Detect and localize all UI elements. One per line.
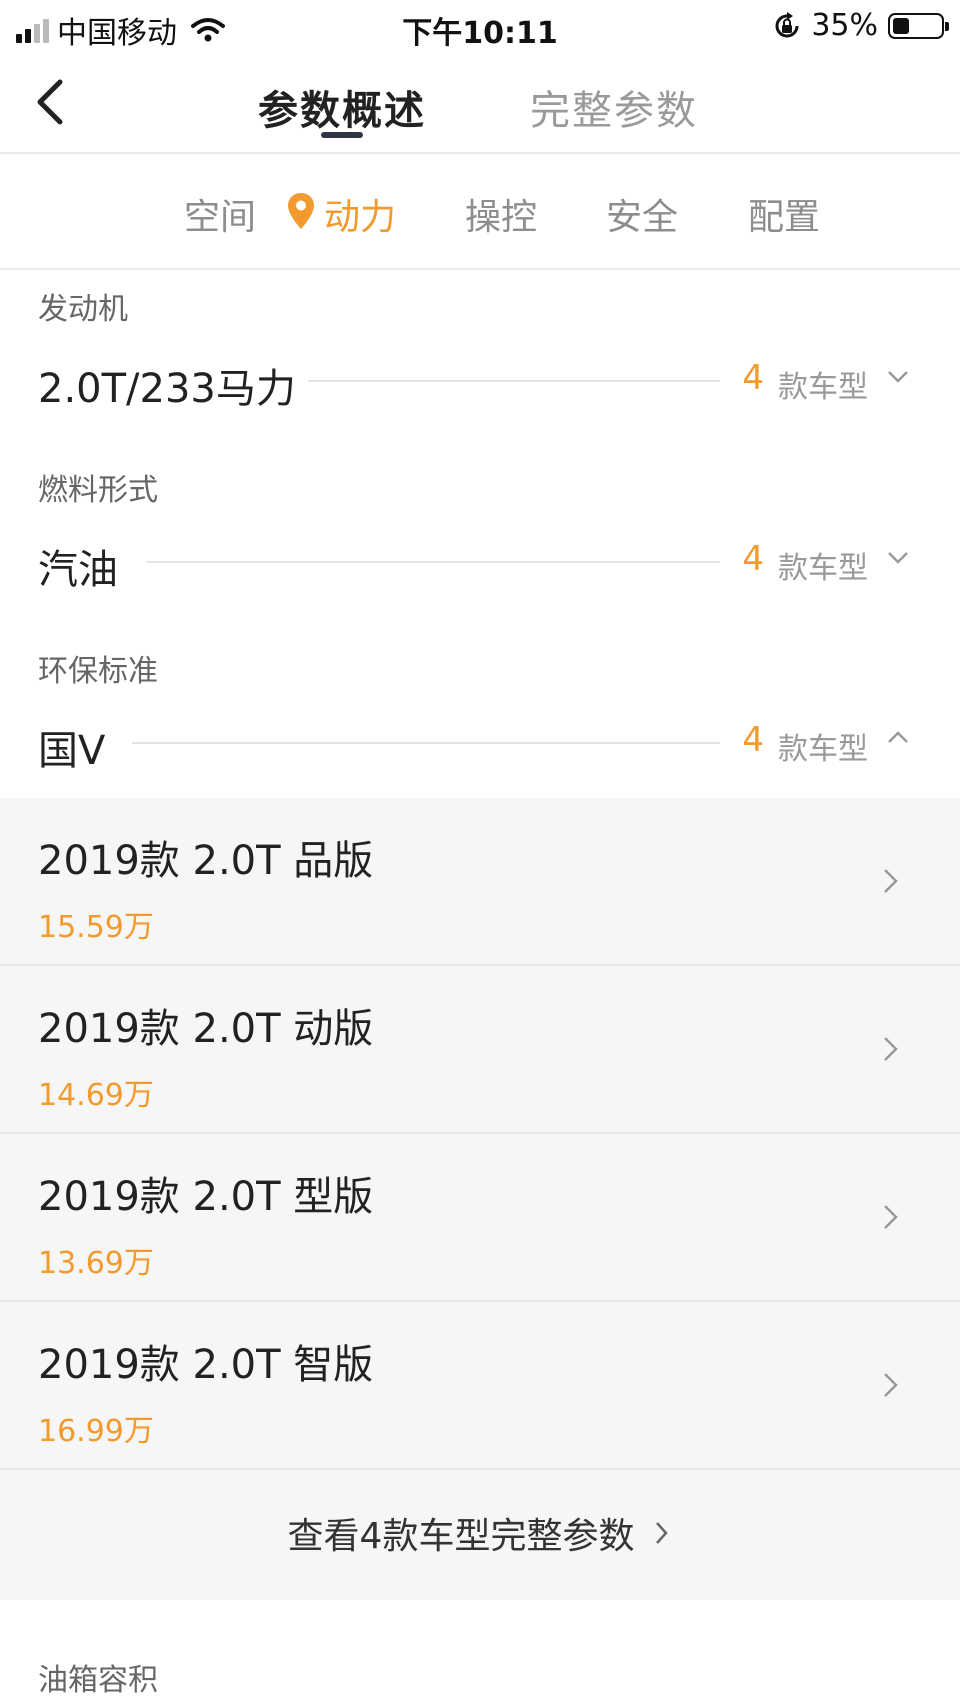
model-name: 2019款 2.0T 型版 <box>38 1174 374 1220</box>
category-handling[interactable]: 操控 <box>465 188 537 240</box>
chevron-up-icon <box>888 731 908 743</box>
chevron-right-icon <box>884 1205 898 1229</box>
tab-overview[interactable]: 参数概述 <box>258 78 426 136</box>
model-price: 13.69万 <box>38 1246 154 1281</box>
model-item[interactable]: 2019款 2.0T 智版 16.99万 <box>0 1302 960 1470</box>
view-full-params-link[interactable]: 查看4款车型完整参数 <box>0 1470 960 1596</box>
model-price: 16.99万 <box>38 1414 154 1449</box>
category-config[interactable]: 配置 <box>748 188 820 240</box>
param-label-engine: 发动机 <box>38 292 128 327</box>
model-name: 2019款 2.0T 动版 <box>38 1006 374 1052</box>
param-row-emission[interactable]: 国V 4 款车型 <box>0 706 960 776</box>
battery-icon <box>888 12 949 39</box>
category-tabs: 空间 动力 操控 安全 配置 <box>0 154 960 270</box>
tab-indicator <box>321 132 363 138</box>
back-icon[interactable] <box>30 74 74 130</box>
param-value: 国V <box>38 728 106 774</box>
param-label-fuel-tank: 油箱容积 <box>38 1663 158 1698</box>
model-count-unit: 款车型 <box>778 370 868 405</box>
param-value: 2.0T/233马力 <box>38 366 296 412</box>
model-count: 4 <box>742 358 764 398</box>
chevron-down-icon <box>888 552 908 564</box>
model-price: 14.69万 <box>38 1078 154 1113</box>
model-price: 15.59万 <box>38 910 154 945</box>
model-list: 2019款 2.0T 品版 15.59万 2019款 2.0T 动版 14.69… <box>0 798 960 1600</box>
category-space[interactable]: 空间 <box>184 188 256 240</box>
model-name: 2019款 2.0T 品版 <box>38 838 374 884</box>
model-item[interactable]: 2019款 2.0T 品版 15.59万 <box>0 798 960 966</box>
model-count-unit: 款车型 <box>778 551 868 586</box>
model-item[interactable]: 2019款 2.0T 型版 13.69万 <box>0 1134 960 1302</box>
chevron-right-icon <box>884 869 898 893</box>
model-name: 2019款 2.0T 智版 <box>38 1342 374 1388</box>
chevron-right-icon <box>656 1522 669 1544</box>
model-count-unit: 款车型 <box>778 732 868 767</box>
tab-full-params[interactable]: 完整参数 <box>530 78 698 136</box>
divider-line <box>146 561 720 563</box>
model-item[interactable]: 2019款 2.0T 动版 14.69万 <box>0 966 960 1134</box>
chevron-right-icon <box>884 1373 898 1397</box>
model-count: 4 <box>742 720 764 760</box>
param-row-fuel[interactable]: 汽油 4 款车型 <box>0 525 960 595</box>
divider-line <box>132 742 720 744</box>
param-label-fuel: 燃料形式 <box>38 473 158 508</box>
view-full-params-label: 查看4款车型完整参数 <box>287 1516 635 1557</box>
param-value: 汽油 <box>38 547 118 593</box>
status-bar: 中国移动 下午10:11 35% <box>0 0 960 54</box>
chevron-right-icon <box>884 1037 898 1061</box>
model-count: 4 <box>742 539 764 579</box>
param-label-emission: 环保标准 <box>38 654 158 689</box>
divider-line <box>308 380 720 382</box>
param-row-engine[interactable]: 2.0T/233马力 4 款车型 <box>0 344 960 414</box>
chevron-down-icon <box>888 371 908 383</box>
rotation-lock-icon <box>775 11 799 37</box>
nav-bar: 参数概述 完整参数 <box>0 54 960 154</box>
location-pin-icon <box>288 193 314 229</box>
category-safety[interactable]: 安全 <box>606 188 678 240</box>
battery-percent: 35% <box>811 8 878 43</box>
category-power[interactable]: 动力 <box>324 188 396 240</box>
